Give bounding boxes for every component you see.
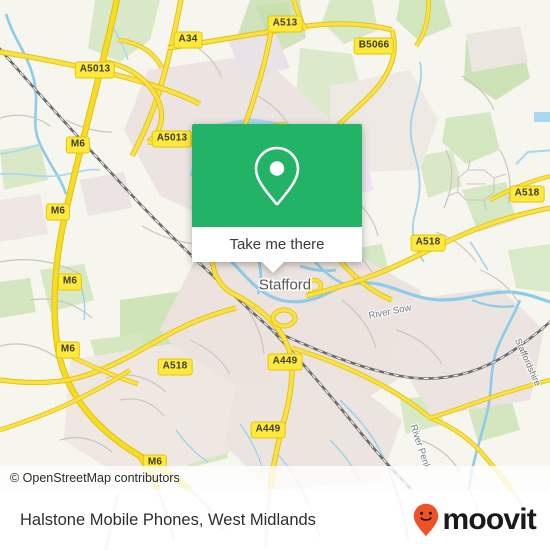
place-label: Stafford (258, 276, 312, 294)
take-me-there-button[interactable]: Take me there (192, 227, 362, 262)
road-shield: M6 (57, 273, 83, 291)
road-shield: B5066 (353, 37, 395, 55)
moovit-logo[interactable]: moovit (413, 503, 537, 537)
location-pin-icon (254, 146, 300, 205)
osm-attribution-bar: © OpenStreetMap contributors (0, 466, 550, 490)
road-shield: A518 (410, 234, 446, 252)
road-shield: M6 (45, 203, 71, 221)
moovit-wordmark: moovit (442, 503, 536, 536)
road-shield: A5013 (74, 61, 116, 79)
moovit-pin-icon (414, 503, 439, 536)
footer-content: Halstone Mobile Phones, West Midlands mo… (0, 490, 550, 550)
screenshot-root: A34 A5013 A513 B5066 A5013 M6 M6 M6 M6 M6 A518 A518… (0, 0, 550, 550)
popup-tail (262, 262, 284, 273)
road-shield: A449 (250, 421, 286, 439)
map-canvas[interactable]: A34 A5013 A513 B5066 A5013 M6 M6 M6 M6 M6 A518 A518… (0, 0, 550, 490)
road-shield: A518 (509, 185, 545, 203)
road-shield: A513 (267, 15, 303, 33)
road-shield: M6 (65, 136, 91, 154)
road-shield: A34 (173, 31, 203, 49)
footer-bar: Halstone Mobile Phones, West Midlands mo… (0, 490, 550, 550)
road-shield: M6 (55, 341, 81, 359)
road-shield: A518 (157, 358, 193, 376)
take-me-there-label: Take me there (229, 236, 325, 253)
road-shield: A449 (267, 353, 303, 371)
destination-popup[interactable]: Take me there (192, 124, 362, 273)
place-title: Halstone Mobile Phones, West Midlands (20, 510, 316, 529)
osm-attribution-text[interactable]: © OpenStreetMap contributors (0, 471, 180, 485)
popup-header (192, 124, 362, 227)
road-shield: A5013 (151, 130, 193, 148)
